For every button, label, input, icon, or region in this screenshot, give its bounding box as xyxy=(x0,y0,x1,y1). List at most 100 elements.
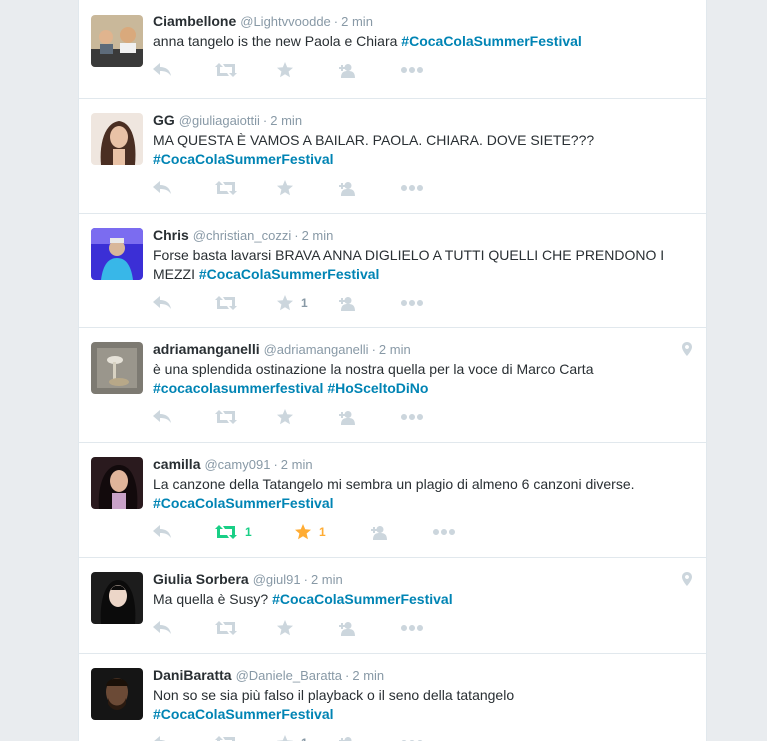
retweet-button[interactable] xyxy=(215,296,277,310)
hashtag-link[interactable]: #CocaColaSummerFestival xyxy=(153,495,334,511)
tweet-text-body: Ma quella è Susy? xyxy=(153,591,269,607)
star-icon xyxy=(277,409,293,425)
reply-button[interactable] xyxy=(153,525,215,539)
hashtag-link[interactable]: #CocaColaSummerFestival xyxy=(153,706,334,722)
add-user-icon xyxy=(339,295,359,311)
reply-button[interactable] xyxy=(153,296,215,310)
retweet-button[interactable] xyxy=(215,63,277,77)
username[interactable]: @giuliagaiottii xyxy=(179,113,260,128)
timeline: Ciambellone @Lightvvoodde · 2 min anna tang… xyxy=(78,0,707,741)
tweet[interactable]: Chris @christian_cozzi · 2 min Forse basta … xyxy=(79,214,706,328)
favorite-button[interactable] xyxy=(277,409,339,425)
more-button[interactable] xyxy=(401,67,463,73)
more-button[interactable] xyxy=(433,529,495,535)
reply-button[interactable] xyxy=(153,621,215,635)
retweet-button[interactable] xyxy=(215,736,277,741)
tweet-text: La canzone della Tatangelo mi sembra un … xyxy=(153,475,694,513)
tweet-header: Giulia Sorbera @giul91 · 2 min xyxy=(153,570,694,589)
username[interactable]: @Lightvvoodde xyxy=(240,14,331,29)
retweet-button[interactable] xyxy=(215,410,277,424)
follow-button[interactable] xyxy=(339,295,401,311)
tweet[interactable]: adriamanganelli @adriamanganelli · 2 min è … xyxy=(79,328,706,443)
star-icon xyxy=(277,295,293,311)
tweet-actions xyxy=(153,613,694,647)
username[interactable]: @Daniele_Baratta xyxy=(236,668,342,683)
tweet[interactable]: GG @giuliagaiottii · 2 min MA QUESTA È VAMO… xyxy=(79,99,706,214)
tweet[interactable]: DaniBaratta @Daniele_Baratta · 2 min Non so… xyxy=(79,654,706,741)
follow-button[interactable] xyxy=(371,524,433,540)
retweet-button[interactable]: 1 xyxy=(215,525,295,539)
retweet-button[interactable] xyxy=(215,621,277,635)
avatar[interactable] xyxy=(91,342,143,394)
timestamp[interactable]: 2 min xyxy=(352,668,384,683)
tweet[interactable]: camilla @camy091 · 2 min La canzone della T… xyxy=(79,443,706,558)
reply-button[interactable] xyxy=(153,181,215,195)
avatar[interactable] xyxy=(91,457,143,509)
favorite-button[interactable] xyxy=(277,620,339,636)
reply-button[interactable] xyxy=(153,736,215,741)
more-icon xyxy=(401,185,423,191)
tweet-text: Ma quella è Susy? #CocaColaSummerFestiva… xyxy=(153,590,694,609)
follow-button[interactable] xyxy=(339,735,401,741)
follow-button[interactable] xyxy=(339,62,401,78)
username[interactable]: @adriamanganelli xyxy=(264,342,369,357)
fullname[interactable]: camilla xyxy=(153,456,200,472)
reply-icon xyxy=(153,736,171,741)
reply-button[interactable] xyxy=(153,63,215,77)
avatar[interactable] xyxy=(91,15,143,67)
tweet[interactable]: Ciambellone @Lightvvoodde · 2 min anna tang… xyxy=(79,0,706,99)
tweet-header: Chris @christian_cozzi · 2 min xyxy=(153,226,694,245)
hashtag-link[interactable]: #CocaColaSummerFestival xyxy=(272,591,453,607)
more-button[interactable] xyxy=(401,300,463,306)
username[interactable]: @camy091 xyxy=(204,457,270,472)
fullname[interactable]: Chris xyxy=(153,227,189,243)
more-button[interactable] xyxy=(401,625,463,631)
tweet-text: Forse basta lavarsi BRAVA ANNA DIGLIELO … xyxy=(153,246,694,284)
fullname[interactable]: Ciambellone xyxy=(153,13,236,29)
hashtag-link[interactable]: #CocaColaSummerFestival xyxy=(153,151,334,167)
retweet-icon xyxy=(215,525,237,539)
favorite-button[interactable]: 1 xyxy=(295,524,371,540)
fullname[interactable]: GG xyxy=(153,112,175,128)
hashtag-link[interactable]: #cocacolasummerfestival #HoSceltoDiNo xyxy=(153,380,428,396)
timestamp[interactable]: 2 min xyxy=(302,228,334,243)
timestamp[interactable]: 2 min xyxy=(311,572,343,587)
more-button[interactable] xyxy=(401,185,463,191)
tweet-text: anna tangelo is the new Paola e Chiara #… xyxy=(153,32,694,51)
timestamp[interactable]: 2 min xyxy=(270,113,302,128)
follow-button[interactable] xyxy=(339,180,401,196)
tweet[interactable]: Giulia Sorbera @giul91 · 2 min Ma quella è … xyxy=(79,558,706,654)
location-pin-icon[interactable] xyxy=(682,572,692,591)
star-icon xyxy=(277,62,293,78)
avatar[interactable] xyxy=(91,572,143,624)
fullname[interactable]: adriamanganelli xyxy=(153,341,260,357)
retweet-button[interactable] xyxy=(215,181,277,195)
favorite-button[interactable] xyxy=(277,62,339,78)
favorite-button[interactable] xyxy=(277,180,339,196)
more-icon xyxy=(401,625,423,631)
separator: · xyxy=(294,228,299,243)
username[interactable]: @christian_cozzi xyxy=(193,228,291,243)
avatar[interactable] xyxy=(91,668,143,720)
retweet-icon xyxy=(215,63,237,77)
timestamp[interactable]: 2 min xyxy=(379,342,411,357)
star-icon xyxy=(295,524,311,540)
tweet-text: Non so se sia più falso il playback o il… xyxy=(153,686,694,724)
favorite-button[interactable]: 1 xyxy=(277,295,339,311)
follow-button[interactable] xyxy=(339,409,401,425)
location-pin-icon[interactable] xyxy=(682,342,692,361)
follow-button[interactable] xyxy=(339,620,401,636)
fullname[interactable]: DaniBaratta xyxy=(153,667,232,683)
timestamp[interactable]: 2 min xyxy=(341,14,373,29)
timestamp[interactable]: 2 min xyxy=(281,457,313,472)
username[interactable]: @giul91 xyxy=(253,572,301,587)
avatar[interactable] xyxy=(91,113,143,165)
more-button[interactable] xyxy=(401,414,463,420)
hashtag-link[interactable]: #CocaColaSummerFestival xyxy=(401,33,582,49)
favorite-count: 1 xyxy=(319,525,326,539)
hashtag-link[interactable]: #CocaColaSummerFestival xyxy=(199,266,380,282)
fullname[interactable]: Giulia Sorbera xyxy=(153,571,249,587)
avatar[interactable] xyxy=(91,228,143,280)
favorite-button[interactable]: 1 xyxy=(277,735,339,741)
reply-button[interactable] xyxy=(153,410,215,424)
